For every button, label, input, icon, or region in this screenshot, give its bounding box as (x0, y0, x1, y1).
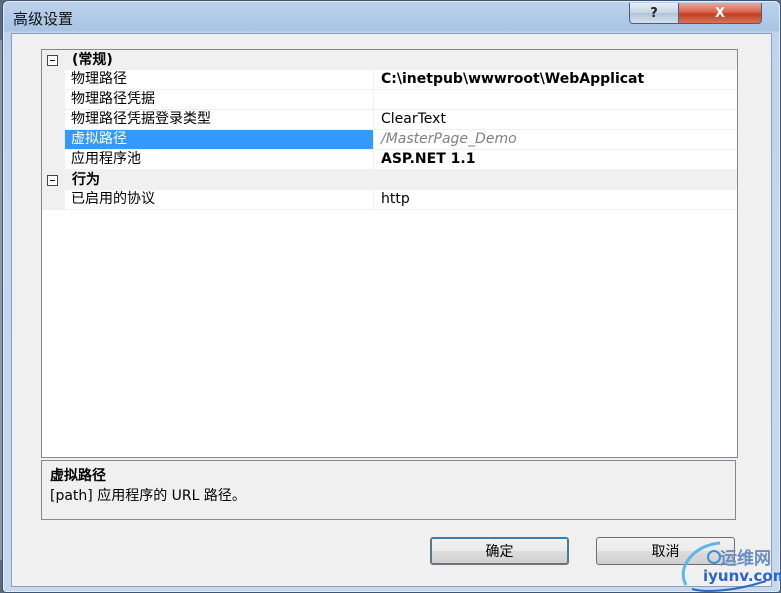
property-row-logon-type[interactable]: 物理路径凭据登录类型 ClearText (42, 110, 737, 130)
property-value[interactable]: /MasterPage_Demo (374, 130, 737, 150)
category-label: (常规) (72, 52, 113, 68)
property-name: 应用程序池 (65, 150, 374, 170)
property-value[interactable]: http (374, 190, 737, 210)
property-value[interactable]: ClearText (374, 110, 737, 130)
property-name: 物理路径凭据登录类型 (65, 110, 374, 130)
close-button[interactable]: X (678, 3, 762, 24)
description-panel: 虚拟路径 [path] 应用程序的 URL 路径。 (41, 460, 736, 520)
help-icon: ? (650, 5, 658, 21)
property-name: 物理路径凭据 (65, 90, 374, 110)
row-gutter (42, 150, 65, 170)
property-value[interactable] (374, 90, 737, 110)
title-bar[interactable]: 高级设置 ? X (3, 1, 780, 33)
property-name: 虚拟路径 (65, 130, 374, 150)
window-title: 高级设置 (13, 10, 74, 28)
row-gutter (42, 90, 65, 110)
property-grid[interactable]: (常规) 物理路径 C:\inetpub\wwwroot\WebApplicat… (41, 49, 738, 458)
category-label: 行为 (72, 172, 100, 188)
row-gutter (42, 190, 65, 210)
row-gutter (42, 110, 65, 130)
collapse-icon[interactable] (47, 55, 58, 66)
property-row-app-pool[interactable]: 应用程序池 ASP.NET 1.1 (42, 150, 737, 170)
property-row-virtual-path[interactable]: 虚拟路径 /MasterPage_Demo (42, 130, 737, 150)
help-button[interactable]: ? (629, 3, 679, 24)
property-name: 物理路径 (65, 70, 374, 90)
category-behavior[interactable]: 行为 (42, 170, 737, 190)
row-gutter (42, 70, 65, 90)
category-general[interactable]: (常规) (42, 50, 737, 70)
watermark-text-cn: 运维网 (720, 549, 771, 569)
close-icon: X (714, 5, 726, 21)
collapse-icon[interactable] (47, 175, 58, 186)
watermark-logo: 运维网 iyunv.com (676, 537, 781, 593)
property-name: 已启用的协议 (65, 190, 374, 210)
description-text: [path] 应用程序的 URL 路径。 (50, 488, 246, 504)
property-value[interactable]: ASP.NET 1.1 (374, 150, 737, 170)
property-row-physical-path-credentials[interactable]: 物理路径凭据 (42, 90, 737, 110)
property-row-enabled-protocols[interactable]: 已启用的协议 http (42, 190, 737, 210)
dialog-client-area: (常规) 物理路径 C:\inetpub\wwwroot\WebApplicat… (11, 33, 772, 587)
advanced-settings-dialog: 高级设置 ? X (常规) 物理路径 C:\inetpub\wwwroot\We… (2, 0, 781, 593)
description-title: 虚拟路径 (50, 468, 106, 484)
watermark-text-url: iyunv.com (703, 567, 781, 585)
property-row-physical-path[interactable]: 物理路径 C:\inetpub\wwwroot\WebApplicat (42, 70, 737, 90)
ok-button[interactable]: 确定 (430, 537, 569, 565)
row-gutter (42, 130, 65, 150)
property-value[interactable]: C:\inetpub\wwwroot\WebApplicat (374, 70, 737, 90)
